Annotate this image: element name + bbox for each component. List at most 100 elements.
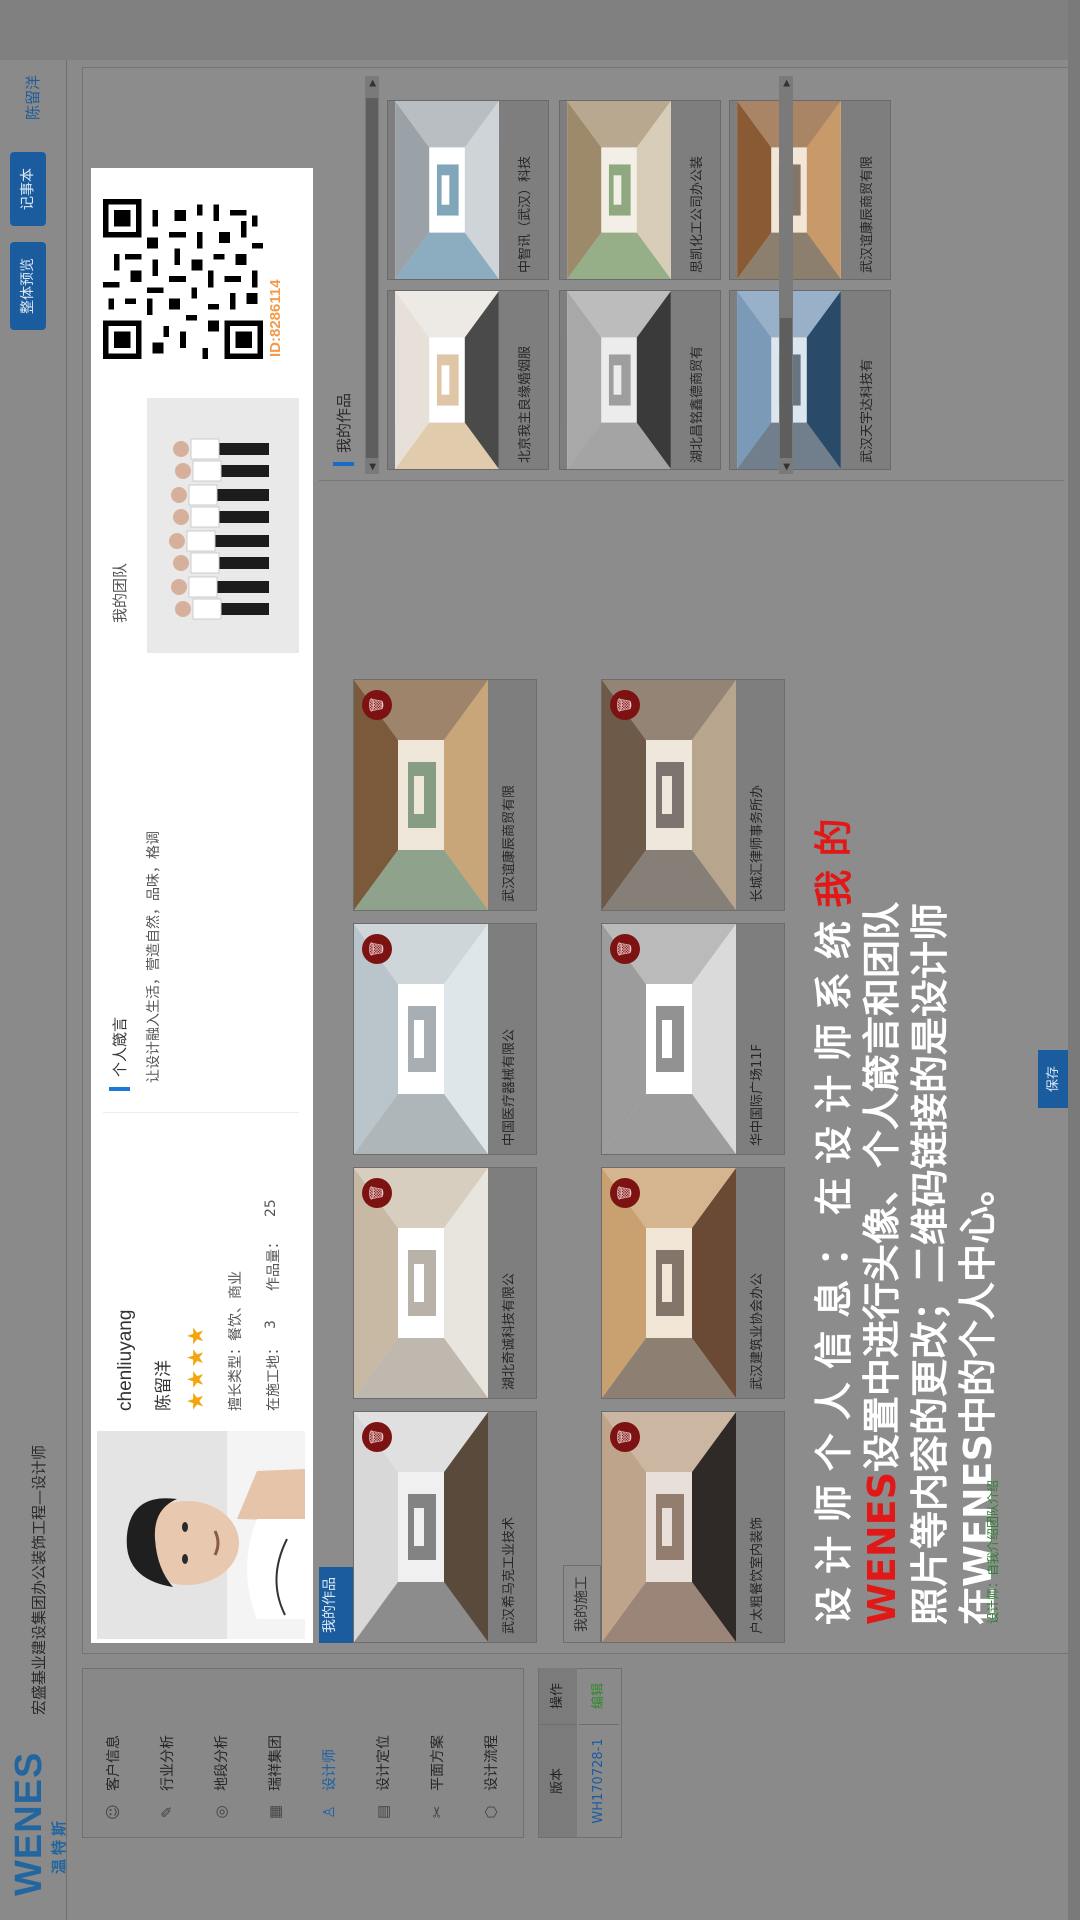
tools-icon: ✂ — [428, 1805, 446, 1819]
rotated-screen: WENES 温特斯 宏盛基业建设集团办公装饰工程—设计师 整体预览 记事本 陈留… — [0, 0, 1080, 1920]
avatar[interactable] — [97, 1431, 305, 1639]
caption-line-2: 设置中进行头像、个人箴言和团队 — [860, 901, 904, 1472]
sidebar-item-industry-analysis[interactable]: ✎ 行业分析 — [145, 1673, 189, 1823]
divider — [103, 1112, 299, 1113]
works-scrollbar-bottom[interactable]: ◀ ▶ — [779, 76, 793, 474]
trash-icon[interactable]: 🗑 — [362, 690, 392, 720]
designer-name-cn: 陈留洋 — [154, 1360, 174, 1411]
designer-id: ID:8286114 — [267, 279, 284, 357]
sidebar-item-location-analysis[interactable]: ◎ 地段分析 — [199, 1673, 243, 1823]
profile-card: chenliuyang 陈留洋 ★★★★ 擅长类型：餐饮、商业 在施工地： 3 … — [91, 168, 313, 1643]
sidebar-item-ruixiang-group[interactable]: ▦ 瑞祥集团 — [253, 1673, 297, 1823]
star-icon: ★ — [183, 1324, 208, 1346]
my-work-card[interactable]: 湖北昌铭鑫德商贸有 — [559, 290, 721, 470]
sidebar-item-design-flow[interactable]: ⬡ 设计流程 — [469, 1673, 513, 1823]
my-work-card[interactable]: 北京我主良缘婚姻服 — [387, 290, 549, 470]
team-label: 我的团队 — [111, 562, 129, 623]
trash-icon[interactable]: 🗑 — [362, 1178, 392, 1208]
trash-icon[interactable]: 🗑 — [362, 934, 392, 964]
my-work-card[interactable]: 中智讯（武汉）科技 — [387, 100, 549, 280]
scroll-left-icon[interactable]: ◀ — [365, 460, 379, 474]
caption-highlight-2: WENES — [860, 1471, 904, 1625]
scroll-right-icon[interactable]: ▶ — [779, 76, 793, 90]
trash-icon[interactable]: 🗑 — [610, 934, 640, 964]
version-link[interactable]: WH170728-1 — [579, 1725, 619, 1837]
scroll-left-icon[interactable]: ◀ — [779, 460, 793, 474]
project-card[interactable]: 🗑 武汉希马克工业技术 — [353, 1411, 537, 1643]
project-card[interactable]: 🗑 湖北奇诚科技有限公 — [353, 1167, 537, 1399]
specialty-text: 擅长类型：餐饮、商业 — [228, 1271, 244, 1411]
tab-my-construction[interactable]: 我的施工 — [563, 1565, 601, 1643]
works-count-label: 作品量： — [266, 1235, 282, 1291]
sidebar-item-designer[interactable]: ♙ 设计师 — [307, 1673, 351, 1823]
project-card[interactable]: 🗑 中国医疗器械有限公 — [353, 923, 537, 1155]
breadcrumb: 宏盛基业建设集团办公装饰工程—设计师 — [30, 1444, 48, 1715]
trash-icon[interactable]: 🗑 — [610, 1422, 640, 1452]
team-photo[interactable] — [147, 398, 299, 653]
work-thumbnail[interactable] — [560, 291, 678, 469]
trash-icon[interactable]: 🗑 — [610, 690, 640, 720]
scroll-right-icon[interactable]: ▶ — [365, 76, 379, 90]
work-title: 北京我主良缘婚姻服 — [518, 345, 533, 463]
sidebar-item-floor-plan[interactable]: ✂ 平面方案 — [415, 1673, 459, 1823]
version-table: 版本 操作 WH170728-1 编辑 — [538, 1668, 622, 1838]
save-button[interactable]: 保存 — [1038, 1050, 1068, 1108]
motto-heading: 个人箴言 — [109, 1016, 130, 1091]
sites-label: 在施工地： — [266, 1341, 282, 1411]
designer-name-en: chenliuyang — [115, 1309, 136, 1411]
sites-count: 3 — [263, 1320, 279, 1329]
work-thumbnail[interactable] — [388, 291, 506, 469]
project-card[interactable]: 🗑 户太粗餐饮室内装饰 — [601, 1411, 785, 1643]
trash-icon[interactable]: 🗑 — [610, 1178, 640, 1208]
sidebar-item-label: 行业分析 — [160, 1735, 176, 1791]
action-column-header: 操作 — [539, 1668, 577, 1725]
my-work-card[interactable]: 思凯化工公司办公装 — [559, 100, 721, 280]
project-title: 长城汇律师事务所办 — [750, 784, 765, 902]
star-icon: ★ — [183, 1389, 208, 1411]
top-header: WENES 温特斯 宏盛基业建设集团办公装饰工程—设计师 整体预览 记事本 陈留… — [0, 0, 68, 1920]
designer-icon: ♙ — [320, 1805, 338, 1819]
sidebar-item-design-positioning[interactable]: ▤ 设计定位 — [361, 1673, 405, 1823]
project-title: 武汉谊康辰商贸有限 — [502, 784, 517, 902]
notebook-button[interactable]: 记事本 — [10, 152, 46, 226]
work-thumbnail[interactable] — [560, 101, 678, 279]
overall-preview-button[interactable]: 整体预览 — [10, 242, 46, 330]
customer-icon: ☺ — [104, 1804, 122, 1820]
user-name-link[interactable]: 陈留洋 — [22, 75, 43, 120]
motto-text: 让设计融入生活，营造自然，品味，格调 — [146, 831, 162, 1083]
work-title: 思凯化工公司办公装 — [690, 155, 705, 273]
project-card[interactable]: 🗑 武汉建筑业协会办公 — [601, 1167, 785, 1399]
works-scrollbar-top[interactable]: ◀ ▶ — [365, 76, 379, 474]
qr-code[interactable] — [103, 199, 263, 359]
work-title: 中智讯（武汉）科技 — [518, 155, 533, 273]
scroll-thumb[interactable] — [780, 318, 792, 458]
trash-icon[interactable]: 🗑 — [362, 1422, 392, 1452]
wenes-logo[interactable]: WENES 温特斯 — [8, 1752, 68, 1896]
overlay-caption: 设 计 师 个 人 信 息 ： 在 设 计 师 系 统 我 的 WENES设置中… — [810, 365, 1002, 1625]
star-icon: ★ — [183, 1367, 208, 1390]
sidebar-item-label: 客户信息 — [106, 1735, 122, 1791]
my-work-card[interactable]: 武汉谊康辰商贸有限 — [729, 100, 891, 280]
caption-line-1: 设 计 师 个 人 信 息 ： 在 设 计 师 系 统 — [812, 907, 856, 1625]
work-thumbnail[interactable] — [388, 101, 506, 279]
scroll-thumb[interactable] — [366, 98, 378, 458]
project-card[interactable]: 🗑 华中国际广场11F — [601, 923, 785, 1155]
caption-highlight-1: 我 的 — [812, 818, 856, 908]
edit-link[interactable]: 编辑 — [579, 1668, 619, 1725]
project-title: 中国医疗器械有限公 — [502, 1028, 517, 1146]
caption-line-3: 照片等内容的更改；二维码链接的是设计师 — [908, 902, 952, 1625]
document-icon: ▤ — [374, 1804, 392, 1820]
caption-line-4: 在WENES中的个人中心。 — [956, 1167, 1000, 1625]
project-title: 户太粗餐饮室内装饰 — [750, 1516, 765, 1634]
my-works-heading: 我的作品 — [333, 392, 354, 466]
project-title: 武汉希马克工业技术 — [502, 1516, 517, 1634]
flow-icon: ⬡ — [482, 1805, 500, 1819]
project-card[interactable]: 🗑 武汉谊康辰商贸有限 — [353, 679, 537, 911]
logo-text: WENES — [8, 1751, 50, 1896]
sidebar-item-label: 平面方案 — [430, 1735, 446, 1791]
project-card[interactable]: 🗑 长城汇律师事务所办 — [601, 679, 785, 911]
sidebar-item-customer-info[interactable]: ☺ 客户信息 — [91, 1673, 135, 1823]
sidebar-item-label: 设计师 — [322, 1749, 338, 1791]
sidebar-item-label: 设计流程 — [484, 1735, 500, 1791]
rating-stars: ★★★★ — [183, 1324, 209, 1411]
